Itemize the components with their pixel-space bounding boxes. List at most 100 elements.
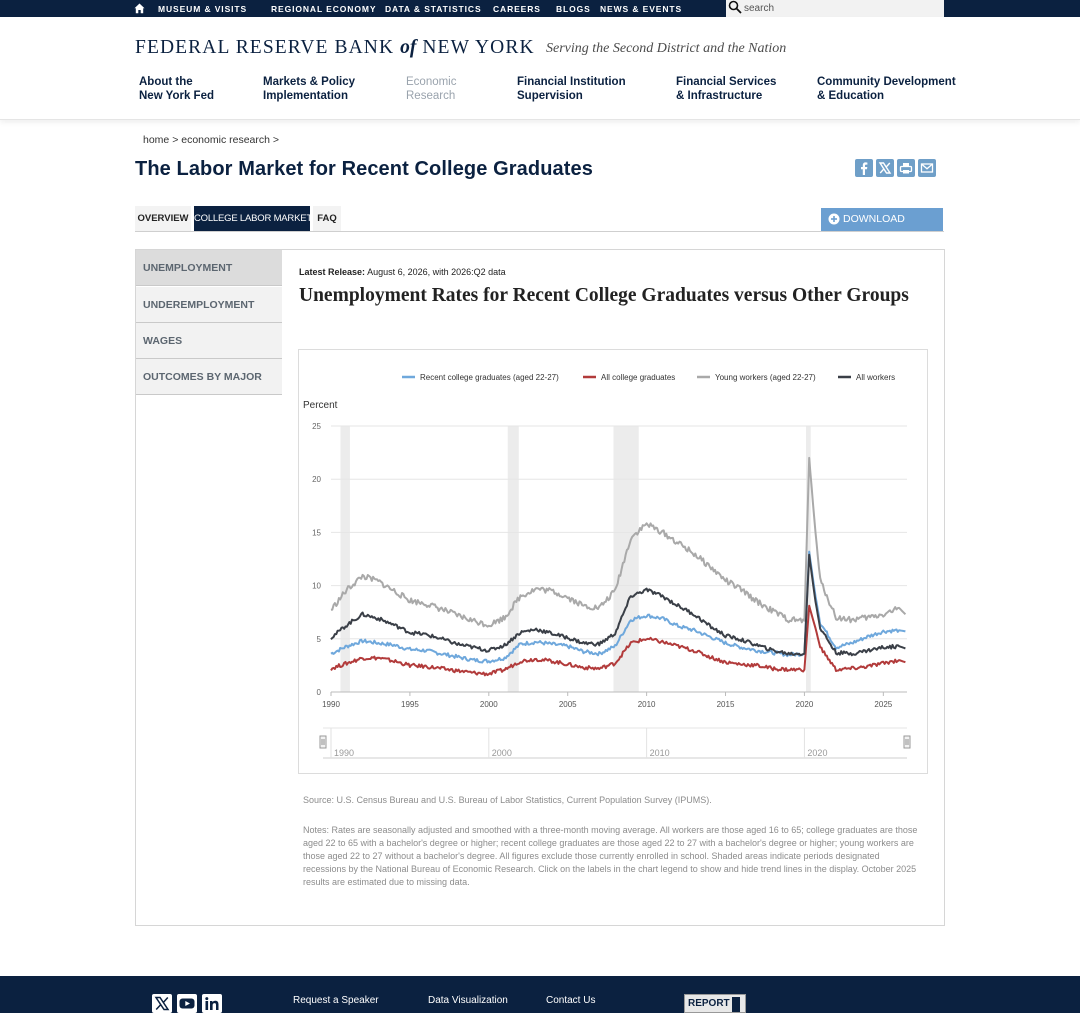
- y-tick-label: 20: [312, 475, 321, 484]
- plus-circle-icon: [828, 213, 840, 225]
- tab-college-labor-market[interactable]: COLLEGE LABOR MARKET: [194, 206, 312, 231]
- sidebar-item-outcomes-by-major[interactable]: OUTCOMES BY MAJOR: [136, 359, 282, 395]
- breadcrumb-economic-research[interactable]: economic research: [181, 134, 270, 146]
- mainnav-services-line1: Financial Services: [676, 76, 777, 88]
- report-button[interactable]: REPORT: [684, 994, 746, 1013]
- x-tick-label: 2000: [480, 700, 498, 709]
- mainnav-supervision-line1: Financial Institution: [517, 76, 626, 88]
- envelope-icon: [920, 163, 934, 173]
- facebook-icon: [861, 162, 868, 175]
- navigator-handle-left[interactable]: [319, 735, 327, 749]
- y-axis-label: Percent: [303, 400, 338, 411]
- footer-data-visualization[interactable]: Data Visualization: [428, 995, 508, 1006]
- x-tick-label: 2010: [638, 700, 656, 709]
- mainnav-economic-research[interactable]: Economic Research: [406, 76, 457, 103]
- footer-x-link[interactable]: [152, 994, 172, 1013]
- brand-name-of: of: [400, 37, 417, 58]
- x-tick-label: 2020: [796, 700, 814, 709]
- legend-item[interactable]: Recent college graduates (aged 22-27): [420, 373, 559, 382]
- sidebar-item-wages[interactable]: WAGES: [136, 323, 282, 359]
- mainnav-about-line2: New York Fed: [139, 89, 214, 102]
- footer-contact-us[interactable]: Contact Us: [546, 995, 595, 1006]
- topnav-museum[interactable]: MUSEUM & VISITS: [158, 0, 247, 17]
- chart-title: Unemployment Rates for Recent College Gr…: [299, 285, 909, 306]
- report-label: REPORT: [688, 998, 730, 1009]
- download-label: DOWNLOAD: [843, 213, 905, 225]
- brand-name-pre: FEDERAL RESERVE BANK: [135, 37, 395, 58]
- mainnav-research-line2: Research: [406, 89, 456, 102]
- topnav-news-events[interactable]: NEWS & EVENTS: [600, 0, 682, 17]
- mainnav-supervision-line2: Supervision: [517, 89, 583, 102]
- legend-item[interactable]: All workers: [856, 373, 895, 382]
- mainnav-markets-policy[interactable]: Markets & Policy Implementation: [263, 76, 355, 103]
- x-tick-label: 2015: [717, 700, 735, 709]
- x-tick-label: 1990: [322, 700, 340, 709]
- footer-request-speaker[interactable]: Request a Speaker: [293, 995, 379, 1006]
- topnav-regional-economy[interactable]: REGIONAL ECONOMY: [271, 0, 376, 17]
- x-share-button[interactable]: [876, 159, 894, 177]
- printer-icon: [899, 163, 913, 174]
- tab-divider: [135, 231, 944, 232]
- brand-name-post: NEW YORK: [422, 37, 535, 58]
- mainnav-markets-line1: Markets & Policy: [263, 76, 356, 88]
- print-button[interactable]: [897, 159, 915, 177]
- report-icon: [732, 997, 740, 1012]
- email-share-button[interactable]: [918, 159, 936, 177]
- youtube-icon: [179, 998, 195, 1009]
- topnav-data-statistics[interactable]: DATA & STATISTICS: [385, 0, 482, 17]
- home-icon[interactable]: [134, 3, 145, 14]
- utility-bar: MUSEUM & VISITS REGIONAL ECONOMY DATA & …: [0, 0, 1080, 17]
- x-tick-label: 2025: [874, 700, 892, 709]
- release-label: Latest Release:: [299, 267, 366, 277]
- x-tick-label: 2005: [559, 700, 577, 709]
- search-input[interactable]: [744, 1, 940, 16]
- site-header: FEDERAL RESERVE BANK of NEW YORK Serving…: [0, 17, 1080, 120]
- tab-faq[interactable]: FAQ: [313, 206, 341, 231]
- release-date: August 6, 2026, with 2026:Q2 data: [367, 267, 506, 277]
- site-tagline: Serving the Second District and the Nati…: [546, 41, 787, 56]
- unemployment-line-chart: 05101520251990 1995 2000 2005 2010 2015 2020 20…: [303, 373, 911, 759]
- sidebar-item-unemployment[interactable]: UNEMPLOYMENT: [136, 250, 282, 286]
- sidebar-item-underemployment[interactable]: UNDEREMPLOYMENT: [136, 287, 282, 323]
- navigator-tick-label: 2020: [807, 748, 827, 758]
- recession-shading: [340, 426, 350, 692]
- chart-container: 0 5 10 15 20 25 1990 1995 2000 2005 2010 2015 2020 20…: [298, 349, 928, 774]
- y-tick-label: 5: [317, 635, 322, 644]
- navigator-tick-label: 2010: [650, 748, 670, 758]
- topnav-blogs[interactable]: BLOGS: [556, 0, 591, 17]
- recession-shading: [613, 426, 639, 692]
- footer-youtube-link[interactable]: [177, 994, 197, 1013]
- breadcrumb: home > economic research >: [143, 134, 279, 146]
- linkedin-icon: [205, 997, 219, 1010]
- x-logo-icon: [878, 162, 892, 174]
- download-button[interactable]: DOWNLOAD: [821, 208, 943, 231]
- breadcrumb-separator: >: [272, 134, 280, 146]
- site-logo[interactable]: FEDERAL RESERVE BANK of NEW YORK: [135, 37, 535, 59]
- footer-linkedin-link[interactable]: [202, 994, 222, 1013]
- breadcrumb-home[interactable]: home: [143, 134, 169, 146]
- search-icon[interactable]: [728, 0, 742, 14]
- mainnav-services-line2: & Infrastructure: [676, 89, 763, 102]
- release-info: Latest Release: August 6, 2026, with 202…: [299, 267, 506, 277]
- site-footer: Request a Speaker Data Visualization Con…: [0, 976, 1080, 1013]
- content-panel: UNEMPLOYMENT UNDEREMPLOYMENT WAGES OUTCO…: [135, 249, 945, 926]
- topnav-careers[interactable]: CAREERS: [493, 0, 541, 17]
- mainnav-community-line2: & Education: [817, 89, 885, 102]
- mainnav-supervision[interactable]: Financial Institution Supervision: [517, 76, 626, 103]
- legend-item[interactable]: All college graduates: [601, 373, 675, 382]
- chart-source: Source: U.S. Census Bureau and U.S. Bure…: [303, 795, 712, 805]
- x-logo-icon: [154, 996, 170, 1011]
- mainnav-financial-services[interactable]: Financial Services & Infrastructure: [676, 76, 776, 103]
- tab-overview[interactable]: OVERVIEW: [135, 206, 191, 231]
- legend-item[interactable]: Young workers (aged 22-27): [715, 373, 816, 382]
- mainnav-about-line1: About the: [139, 76, 193, 88]
- mainnav-community-development[interactable]: Community Development & Education: [817, 76, 956, 103]
- y-tick-label: 25: [312, 422, 321, 431]
- navigator-tick-label: 2000: [492, 748, 512, 758]
- mainnav-about[interactable]: About the New York Fed: [139, 76, 214, 103]
- facebook-share-button[interactable]: [855, 159, 873, 177]
- x-tick-label: 1995: [401, 700, 419, 709]
- breadcrumb-separator: >: [172, 134, 179, 146]
- mainnav-research-line1: Economic: [406, 76, 457, 88]
- navigator-handle-right[interactable]: [903, 735, 911, 749]
